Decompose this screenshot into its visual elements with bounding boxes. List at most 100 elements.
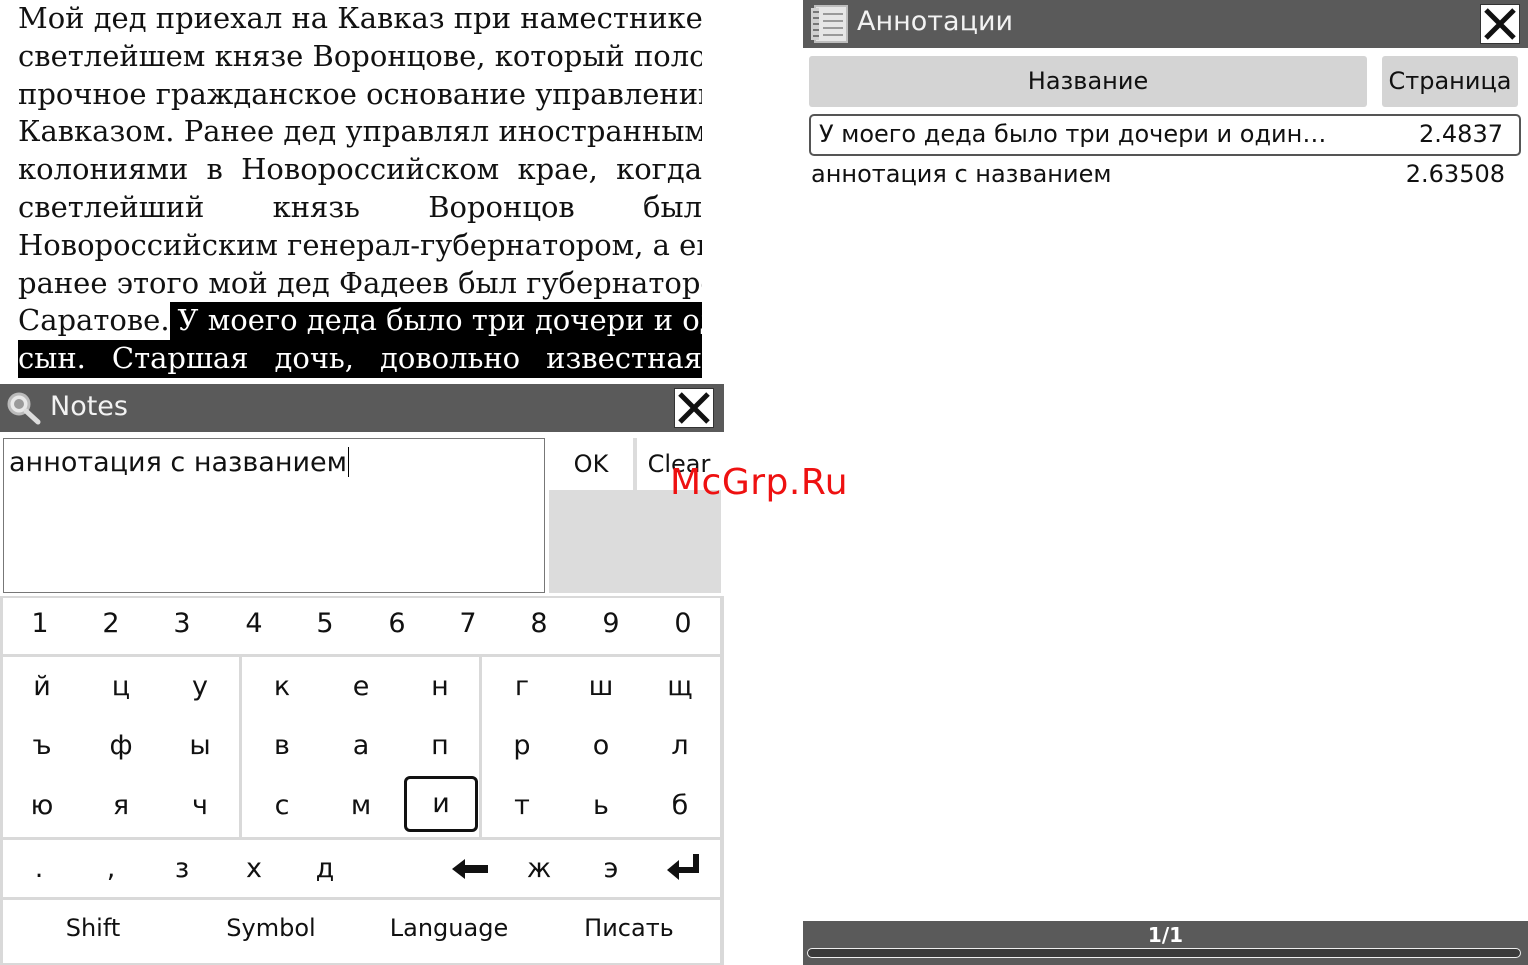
magnifier-icon [4, 390, 44, 426]
keyboard-row-functions: Shift Symbol Language Писать [3, 900, 720, 963]
key-letter[interactable]: ю [22, 790, 62, 821]
key-letter[interactable]: п [420, 730, 460, 761]
key-letter[interactable]: ж [519, 853, 559, 884]
key-letter[interactable]: ь [581, 790, 621, 821]
key-letter[interactable]: ш [581, 671, 621, 702]
key-letter[interactable]: х [234, 853, 274, 884]
text-line: Саратове. У моего деда было три дочери и … [18, 302, 702, 341]
key-letter[interactable]: л [660, 730, 700, 761]
key-letter[interactable]: м [341, 790, 381, 821]
text-cursor [348, 447, 350, 477]
write-key[interactable]: Писать [569, 914, 689, 942]
text-line: светлейший князь Воронцов был [18, 189, 702, 224]
close-button[interactable] [1480, 4, 1520, 44]
key-letter[interactable]: б [660, 790, 700, 821]
key-letter[interactable]: р [502, 730, 542, 761]
key-1[interactable]: 1 [20, 608, 60, 639]
key-0[interactable]: 0 [663, 608, 703, 639]
progress-track [807, 948, 1521, 958]
key-letter[interactable]: е [341, 671, 381, 702]
book-text: Мой дед приехал на Кавказ при наместнике… [18, 0, 702, 384]
key-separator [239, 657, 242, 837]
key-letter[interactable]: к [262, 671, 302, 702]
key-letter[interactable]: н [420, 671, 460, 702]
annotations-title-bar: Аннотации [803, 0, 1528, 48]
key-letter-selected[interactable]: и [404, 776, 478, 832]
page-indicator: 1/1 [1147, 923, 1184, 947]
text-line: прочное гражданское основание управлению [18, 76, 702, 111]
text-highlight[interactable]: У моего деда было три дочери и один [169, 302, 702, 341]
virtual-keyboard: 1 2 3 4 5 6 7 8 9 0 й ц у к е н г ш щ ъ … [0, 596, 724, 965]
annotation-name: аннотация с названием [811, 160, 1112, 188]
key-comma[interactable]: , [91, 853, 131, 884]
key-letter[interactable]: я [101, 790, 141, 821]
key-letter[interactable]: з [162, 853, 202, 884]
key-4[interactable]: 4 [234, 608, 274, 639]
backspace-arrow-icon [452, 859, 488, 879]
text-line: светлейшем князе Воронцове, который поло… [18, 38, 702, 73]
key-separator [479, 657, 482, 837]
key-letter[interactable]: с [262, 790, 302, 821]
annotation-page: 2.4837 [1419, 120, 1503, 148]
notes-title: Notes [50, 391, 128, 422]
key-letter[interactable]: э [591, 853, 631, 884]
note-text-wrap: аннотация с названием [9, 447, 350, 478]
key-9[interactable]: 9 [591, 608, 631, 639]
notebook-icon [809, 4, 851, 44]
key-letter[interactable]: а [341, 730, 381, 761]
key-letter[interactable]: ы [180, 730, 220, 761]
key-letter[interactable]: й [22, 671, 62, 702]
column-header-name[interactable]: Название [809, 56, 1367, 107]
close-button[interactable] [674, 388, 714, 428]
text-highlight[interactable]: сын. Старшая дочь, довольно известная [18, 340, 702, 378]
annotations-title: Аннотации [857, 6, 1014, 37]
key-letter[interactable]: о [581, 730, 621, 761]
annotation-row[interactable]: аннотация с названием 2.63508 [809, 156, 1521, 194]
key-letter[interactable]: ц [101, 671, 141, 702]
key-letter[interactable]: у [180, 671, 220, 702]
key-letter[interactable]: т [502, 790, 542, 821]
note-text-input[interactable]: аннотация с названием [3, 438, 545, 593]
watermark: McGrp.Ru [670, 462, 849, 503]
backspace-key[interactable] [450, 856, 490, 887]
enter-icon [667, 854, 699, 880]
key-letter[interactable]: д [305, 853, 345, 884]
text-line: Кавказом. Ранее дед управлял иностранным… [18, 114, 702, 149]
note-text-value: аннотация с названием [9, 447, 348, 478]
key-2[interactable]: 2 [91, 608, 131, 639]
text-line: Новороссийским генерал-губернатором, а е… [18, 227, 702, 262]
enter-key[interactable] [663, 852, 703, 889]
reader-screen: Мой дед приехал на Кавказ при наместнике… [0, 0, 724, 965]
status-bar: 1/1 [803, 921, 1528, 965]
keyboard-letters: й ц у к е н г ш щ ъ ф ы в а п р о л ю я … [3, 657, 720, 837]
text-line: ранее этого мой дед Фадеев был губернато… [18, 265, 702, 300]
annotations-screen: Аннотации Название Страница У моего деда… [803, 0, 1528, 965]
column-header-page[interactable]: Страница [1382, 56, 1518, 107]
annotation-page: 2.63508 [1405, 160, 1505, 188]
close-icon [678, 392, 710, 424]
language-key[interactable]: Language [379, 914, 519, 942]
shift-key[interactable]: Shift [33, 914, 153, 942]
symbol-key[interactable]: Symbol [211, 914, 331, 942]
text-plain: Саратове. [18, 303, 170, 338]
key-5[interactable]: 5 [305, 608, 345, 639]
annotation-row[interactable]: У моего деда было три дочери и один… 2.4… [809, 114, 1521, 156]
key-period[interactable]: . [19, 853, 59, 884]
text-line: Мой дед приехал на Кавказ при наместнике [18, 1, 702, 35]
key-letter[interactable]: в [262, 730, 302, 761]
key-letter[interactable]: г [502, 671, 542, 702]
key-letter[interactable]: ч [180, 790, 220, 821]
key-3[interactable]: 3 [162, 608, 202, 639]
key-letter[interactable]: ф [101, 730, 141, 761]
key-6[interactable]: 6 [377, 608, 417, 639]
text-line: колониями в Новороссийском крае, когда [18, 152, 702, 187]
key-letter[interactable]: ъ [22, 730, 62, 761]
ok-button[interactable]: OK [549, 438, 633, 490]
keyboard-row-punct: . , з х д ж э [3, 840, 720, 897]
key-7[interactable]: 7 [448, 608, 488, 639]
notes-title-bar: Notes [0, 384, 724, 432]
key-8[interactable]: 8 [519, 608, 559, 639]
notes-dialog: Notes аннотация с названием OK Clear 1 2… [0, 384, 724, 965]
key-letter[interactable]: щ [660, 671, 700, 702]
close-icon [1484, 8, 1516, 40]
